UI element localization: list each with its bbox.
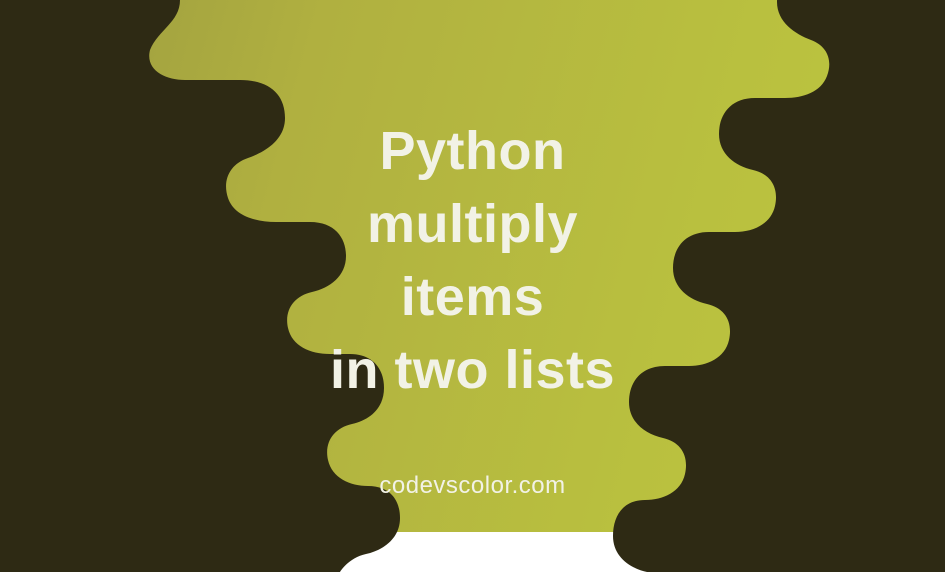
banner-canvas: Python multiply items in two lists codev… [0,0,945,532]
watermark-text: codevscolor.com [0,472,945,500]
title-line-2: multiply [0,188,945,261]
title-line-4: in two lists [0,334,945,407]
title-line-3: items [0,261,945,334]
banner-title: Python multiply items in two lists [0,115,945,407]
title-line-1: Python [0,115,945,188]
